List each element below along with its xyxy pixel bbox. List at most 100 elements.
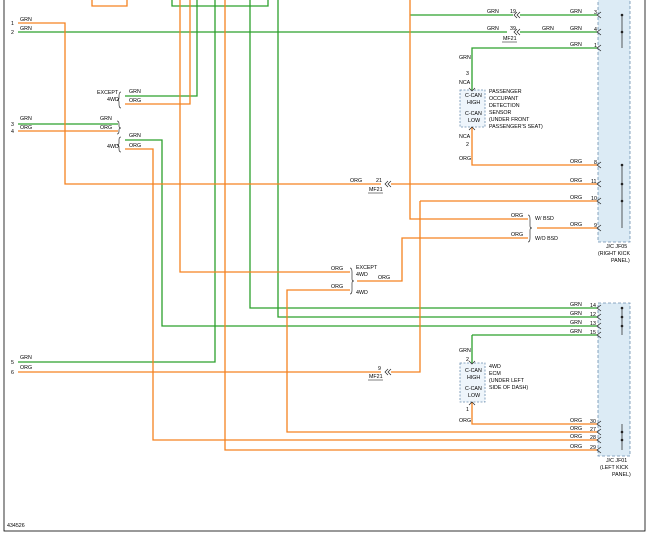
jf01-wire-12: GRN — [570, 311, 582, 317]
jf05-pin-8: 8 — [594, 160, 597, 166]
jf01-pin-27: 27 — [590, 427, 596, 433]
left-pin-4-label: ORG — [20, 125, 32, 131]
dot — [620, 199, 624, 203]
sensor-high-1: C-CAN — [465, 93, 482, 99]
splice2-in-org: ORG — [100, 125, 112, 131]
mf21-top-name: MF21 — [503, 36, 517, 42]
left-pin-1-num: 1 — [11, 21, 14, 27]
wire-org-jf01-29 — [224, 0, 597, 451]
jf01-pin-14: 14 — [590, 303, 596, 309]
left-pin-5-num: 5 — [11, 360, 14, 366]
mf21-top-pin-b: 39 — [510, 26, 516, 32]
jf05-wire-mid: GRN — [542, 26, 554, 32]
ecm-low-1: C-CAN — [465, 386, 482, 392]
left-pin-1-label: GRN — [20, 17, 32, 23]
brace-splice2-left — [116, 120, 122, 135]
page-border — [3, 0, 646, 532]
wire-org-pin1-mf21 — [18, 22, 381, 185]
mf21-lower-name: MF21 — [369, 374, 383, 380]
brace-splice3 — [349, 267, 355, 295]
brace-splice4 — [527, 214, 533, 243]
sensor-low-1: C-CAN — [465, 111, 482, 117]
jf05-pin-4: 4 — [594, 27, 597, 33]
sensor-name-1: PASSENGER — [489, 89, 522, 95]
splice4-wobsd: W/O BSD — [535, 236, 558, 242]
jf05-pin-11: 11 — [591, 179, 597, 185]
left-pin-4-num: 4 — [11, 129, 14, 135]
wire-grn-jf05-1-sensor — [471, 47, 597, 90]
diagram-canvas: 1 GRN 2 GRN 3 GRN 4 ORG 5 GRN 6 ORG GRN … — [3, 0, 646, 532]
splice3-out-org: ORG — [378, 275, 390, 281]
sensor-name-2: OCCUPANT — [489, 96, 519, 102]
mf21-lower-pin: 9 — [378, 366, 381, 372]
wire-org-splice3-b — [286, 289, 597, 433]
mf21-top-pin-a: 19 — [510, 9, 516, 15]
wire-org-top-box — [91, 0, 128, 7]
jf05-wire-8: ORG — [570, 159, 582, 165]
wire-grn-splice1-top — [125, 0, 198, 97]
sensor-name-4: SENSOR — [489, 110, 512, 116]
sensor-low-2: LOW — [468, 118, 480, 124]
left-pin-6-num: 6 — [11, 370, 14, 376]
mf21-top-wire-a: GRN — [487, 9, 499, 15]
wire-org-jf05-10 — [391, 200, 597, 373]
jf05-wire-3: GRN — [570, 9, 582, 15]
dot — [620, 306, 624, 310]
splice3-org-bottom: ORG — [331, 284, 343, 290]
jf05-pin-10: 10 — [591, 196, 597, 202]
wire-grn-top-box — [171, 0, 269, 7]
jf01-pin-15: 15 — [590, 330, 596, 336]
splice2-4wd: 4WD — [107, 144, 119, 150]
wiring-diagram: 1 GRN 2 GRN 3 GRN 4 ORG 5 GRN 6 ORG GRN … — [0, 0, 650, 533]
ecm-name-3: (UNDER LEFT — [489, 378, 525, 384]
dot — [620, 430, 624, 434]
left-pin-5-label: GRN — [20, 355, 32, 361]
mf21-upper-wire: ORG — [350, 178, 362, 184]
jf01-desc2: PANEL) — [612, 472, 631, 478]
jf01-wire-27: ORG — [570, 426, 582, 432]
ecm-high-2: HIGH — [467, 375, 480, 381]
jf05-pin-1: 1 — [594, 43, 597, 49]
jf05-wire-11: ORG — [570, 178, 582, 184]
reference-id: 434526 — [7, 523, 25, 529]
sensor-pin-bottom: 2 — [466, 142, 469, 148]
jf01-wire-30: ORG — [570, 418, 582, 424]
terminal — [384, 368, 392, 376]
splice2-in-grn: GRN — [100, 116, 112, 122]
dot — [620, 163, 624, 167]
sensor-nca-bottom: NCA — [459, 134, 471, 140]
green-wires — [18, 0, 597, 363]
splice3-4wd-lower: 4WD — [356, 290, 368, 296]
mf21-upper-pin: 21 — [376, 178, 382, 184]
sensor-name-6: PASSENGER'S SEAT) — [489, 124, 543, 130]
splice2-grn: GRN — [129, 133, 141, 139]
jf01-wire-13: GRN — [570, 320, 582, 326]
jf05-wire-9: ORG — [570, 222, 582, 228]
jf05-pin-3: 3 — [594, 10, 597, 16]
jf05-wire-10: ORG — [570, 195, 582, 201]
sensor-high-2: HIGH — [467, 100, 480, 106]
splice1-except: EXCEPT — [97, 90, 119, 96]
left-pin-2-label: GRN — [20, 26, 32, 32]
wire-grn-jf01-15 — [18, 0, 216, 363]
jf01-pin-29: 29 — [590, 445, 596, 451]
connector-jf05-body — [597, 0, 631, 243]
splice3-4wd: 4WD — [356, 272, 368, 278]
splice4-org-top: ORG — [511, 213, 523, 219]
splice3-except: EXCEPT — [356, 265, 378, 271]
jf01-name: J/C JF01 — [606, 458, 627, 464]
dot — [620, 438, 624, 442]
jf01-pin-30: 30 — [590, 419, 596, 425]
jf05-wire-1: GRN — [570, 42, 582, 48]
jf01-desc1: (LEFT KICK — [600, 465, 629, 471]
splice1-4wd: 4WD — [107, 97, 119, 103]
ecm-low-2: LOW — [468, 393, 480, 399]
splice4-org-bottom: ORG — [511, 232, 523, 238]
ecm-pin-top: 2 — [466, 357, 469, 363]
wire-org-splice3-a — [179, 0, 350, 273]
jf05-name: J/C JF05 — [606, 244, 627, 250]
sensor-pin-top-wire: GRN — [459, 55, 471, 61]
splice3-org-top: ORG — [331, 266, 343, 272]
ecm-pin-bottom-wire: ORG — [459, 418, 471, 424]
left-pin-3-label: GRN — [20, 116, 32, 122]
